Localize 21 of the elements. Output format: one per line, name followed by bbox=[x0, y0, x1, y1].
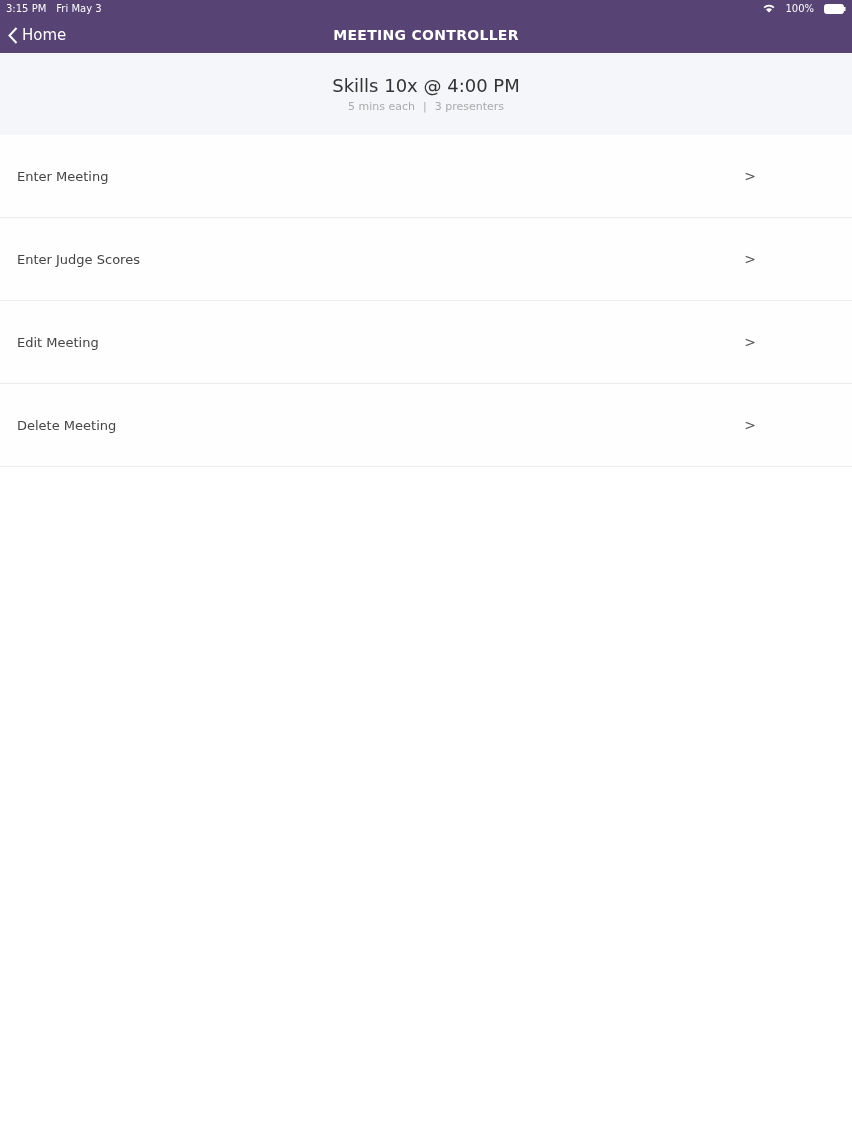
battery-icon bbox=[824, 3, 846, 14]
chevron: > bbox=[744, 251, 756, 267]
menu-label: Enter Judge Scores bbox=[17, 251, 141, 267]
menu-label: Edit Meeting bbox=[17, 334, 100, 350]
chevron: > bbox=[744, 334, 756, 350]
wifi-icon bbox=[763, 4, 776, 13]
meeting-duration: 5 mins each bbox=[347, 100, 415, 113]
separator: | bbox=[422, 100, 427, 113]
meeting-title: Skills 10x @ 4:00 PM bbox=[332, 75, 520, 96]
status-date: Fri May 3 bbox=[56, 3, 102, 14]
status-time: 3:15 PM bbox=[6, 3, 47, 14]
chevron: > bbox=[744, 168, 756, 184]
menu-label: Enter Meeting bbox=[17, 168, 110, 184]
page-title: MEETING CONTROLLER bbox=[333, 27, 519, 43]
back-button[interactable]: Home bbox=[8, 26, 67, 44]
meeting-presenters: 3 presenters bbox=[434, 100, 505, 113]
battery-percent: 100% bbox=[785, 3, 814, 14]
chevron: > bbox=[744, 417, 756, 433]
chevron-left-icon bbox=[8, 26, 18, 44]
menu-label: Delete Meeting bbox=[17, 417, 118, 433]
back-label[interactable]: Home bbox=[22, 26, 67, 44]
